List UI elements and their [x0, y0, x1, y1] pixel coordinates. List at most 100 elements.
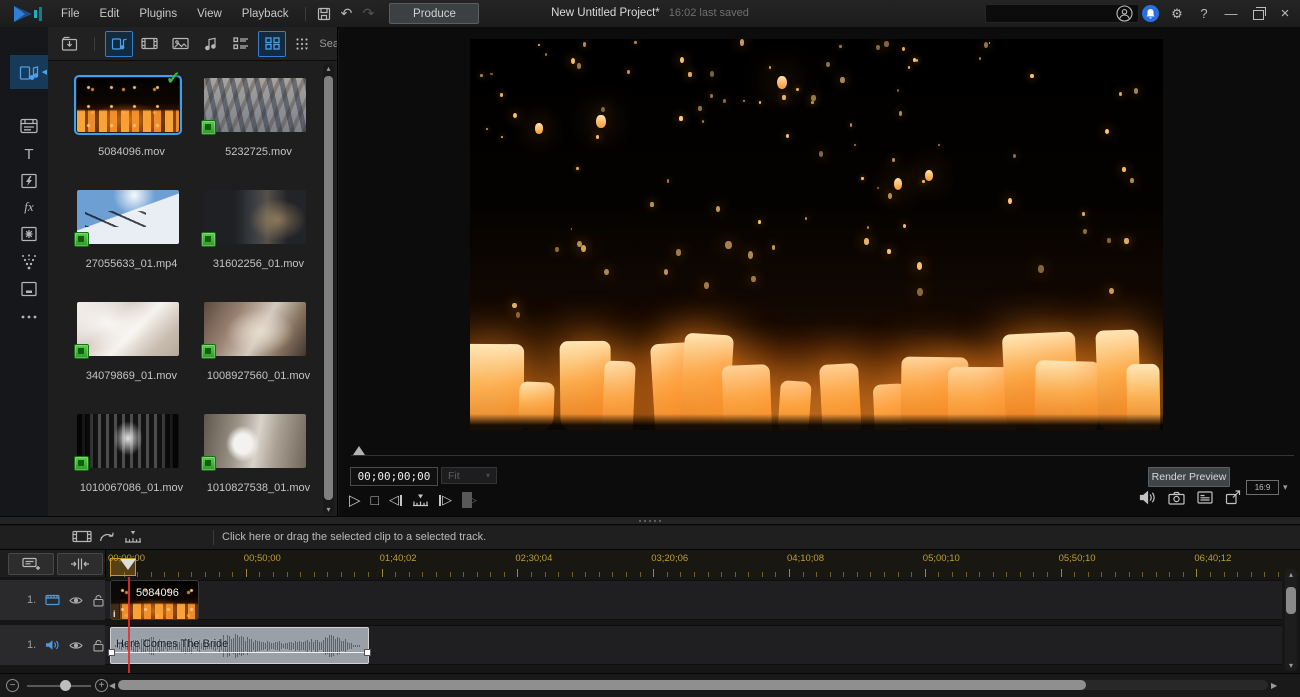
sidebar-item-more[interactable] [10, 304, 48, 330]
fit-timeline-button[interactable] [57, 553, 103, 575]
list-view-button[interactable] [228, 31, 256, 57]
seek-handle[interactable] [353, 446, 365, 455]
scrollbar-thumb[interactable] [324, 76, 333, 500]
clip-thumbnail[interactable] [77, 414, 179, 468]
sidebar-item-template-room[interactable] [10, 113, 48, 139]
render-preview-button[interactable]: Render Preview [1148, 467, 1230, 487]
track-drop-hint-bar[interactable]: Click here or drag the selected clip to … [0, 526, 1300, 550]
filter-photo-button[interactable] [166, 31, 194, 57]
sidebar-item-transition-room[interactable] [10, 168, 48, 194]
clip-trim-handle[interactable] [108, 649, 115, 656]
next-frame-button[interactable]: ▷ [439, 492, 452, 508]
restore-window-button[interactable] [1249, 5, 1267, 23]
scrollbar-thumb[interactable] [118, 680, 1086, 690]
clip-thumbnail[interactable]: ✓ [77, 78, 179, 132]
collapse-arrow-icon[interactable]: ◀ [42, 68, 47, 76]
library-item[interactable]: 5232725.mov [195, 72, 322, 184]
zoom-slider-track[interactable] [27, 685, 91, 687]
zoom-in-button[interactable]: + [95, 679, 108, 692]
powerdirector-window: FileEditPluginsViewPlayback ↶ ↷ Produce … [0, 0, 1300, 697]
help-icon[interactable]: ? [1195, 5, 1213, 23]
filter-music-button[interactable] [197, 31, 225, 57]
library-item[interactable]: 27055633_01.mp4 [68, 184, 195, 296]
volume-keyframe-line[interactable] [111, 652, 368, 653]
clip-thumbnail[interactable] [204, 302, 306, 356]
zoom-slider-thumb[interactable] [60, 680, 71, 691]
settings-gear-icon[interactable]: ⚙ [1168, 5, 1186, 23]
library-item[interactable]: 1010067086_01.mov [68, 408, 195, 520]
clip-thumbnail[interactable] [77, 302, 179, 356]
play-button[interactable]: ▷ [349, 491, 361, 509]
sidebar-item-effect-room[interactable]: fx [10, 194, 48, 220]
library-menu-button[interactable] [289, 31, 317, 57]
menu-edit[interactable]: Edit [90, 1, 130, 27]
track-visibility-eye-icon[interactable] [69, 640, 83, 651]
menu-plugins[interactable]: Plugins [129, 1, 187, 27]
library-item[interactable]: 34079869_01.mov [68, 296, 195, 408]
scroll-right-icon[interactable]: ▶ [1271, 681, 1277, 690]
scrollbar-thumb[interactable] [1286, 587, 1296, 614]
stop-button[interactable]: □ [371, 492, 379, 508]
track-lock-icon[interactable] [92, 594, 105, 607]
clip-thumbnail[interactable] [204, 190, 306, 244]
clip-thumbnail[interactable] [77, 190, 179, 244]
track-manager-button[interactable] [8, 553, 54, 575]
seek-ruler-button[interactable] [412, 493, 429, 507]
snapshot-camera-icon[interactable] [1168, 491, 1185, 505]
zoom-out-button[interactable]: − [6, 679, 19, 692]
sidebar-item-overlay-room[interactable] [10, 221, 48, 247]
undo-button[interactable]: ↶ [335, 3, 357, 25]
account-avatar-icon[interactable] [1115, 5, 1133, 23]
close-button[interactable]: × [1276, 5, 1294, 23]
menu-file[interactable]: File [51, 1, 90, 27]
clip-thumbnail[interactable] [204, 414, 306, 468]
import-media-button[interactable] [55, 31, 84, 57]
filter-video-button[interactable] [136, 31, 164, 57]
fast-forward-button[interactable]: ▷▷ [462, 492, 472, 508]
scroll-down-icon[interactable]: ▾ [1285, 661, 1297, 670]
sidebar-item-media-room[interactable]: ◀ [10, 55, 48, 89]
produce-button[interactable]: Produce [389, 3, 479, 24]
clip-thumbnail[interactable] [204, 78, 306, 132]
media-details-icon[interactable] [1197, 491, 1213, 504]
menu-playback[interactable]: Playback [232, 1, 299, 27]
sidebar-item-particle-room[interactable] [10, 249, 48, 275]
timeline-playhead-line[interactable] [128, 577, 130, 673]
previous-frame-button[interactable]: ◁ [389, 492, 402, 508]
save-project-button[interactable] [313, 3, 335, 25]
library-search-input[interactable]: Sea [319, 38, 337, 50]
timeline-ruler[interactable]: 00;00;0000;50;0001;40;0202;30;0403;20;06… [0, 550, 1300, 578]
grid-view-button[interactable] [258, 31, 286, 57]
aspect-ratio-selector[interactable]: 16:9 ▾ [1246, 480, 1288, 495]
library-item[interactable]: 1008927560_01.mov [195, 296, 322, 408]
timeline-vertical-scrollbar[interactable]: ▴ ▾ [1285, 569, 1297, 671]
undock-window-icon[interactable] [1225, 490, 1241, 505]
notifications-bell-icon[interactable] [1142, 5, 1159, 22]
seek-track[interactable] [351, 455, 1294, 456]
minimize-button[interactable]: — [1222, 5, 1240, 23]
library-item[interactable]: 31602256_01.mov [195, 184, 322, 296]
playhead-marker[interactable] [120, 559, 136, 570]
library-scrollbar[interactable]: ▴ ▾ [323, 63, 334, 515]
track-visibility-eye-icon[interactable] [69, 595, 83, 606]
library-item[interactable]: ✓5084096.mov [68, 72, 195, 184]
library-item[interactable]: 1010827538_01.mov [195, 408, 322, 520]
volume-icon[interactable] [1139, 490, 1156, 505]
scroll-up-icon[interactable]: ▴ [323, 64, 334, 73]
menu-view[interactable]: View [187, 1, 232, 27]
zoom-fit-dropdown[interactable]: Fit ▾ [441, 467, 497, 484]
scroll-up-icon[interactable]: ▴ [1285, 570, 1297, 579]
timeline-audio-clip[interactable]: Here Comes The Bride [110, 627, 369, 664]
timecode-display[interactable]: 00;00;00;00 [350, 467, 438, 486]
scroll-down-icon[interactable]: ▾ [323, 505, 334, 514]
filter-all-media-button[interactable] [105, 31, 133, 57]
clip-trim-handle[interactable] [364, 649, 371, 656]
panel-splitter-handle[interactable] [0, 516, 1300, 525]
timeline-video-clip[interactable]: i 5084096 [110, 580, 199, 620]
track-lock-icon[interactable] [92, 639, 105, 652]
sidebar-item-subtitle-room[interactable] [10, 276, 48, 302]
scroll-left-icon[interactable]: ◀ [109, 681, 115, 690]
video-track-lane[interactable] [105, 580, 1282, 620]
redo-button[interactable]: ↷ [357, 3, 379, 25]
sidebar-item-title-room[interactable]: T [10, 141, 48, 167]
